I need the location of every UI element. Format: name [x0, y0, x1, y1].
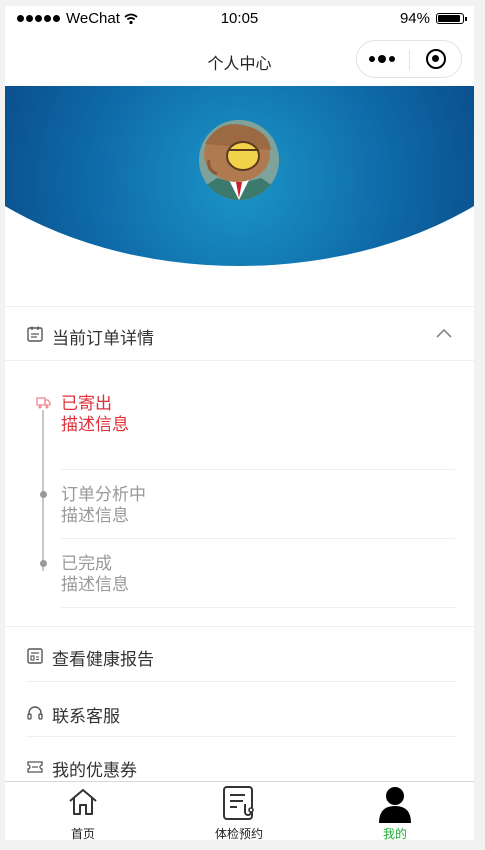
- bottom-tab-bar: 首页 体检预约 我的: [5, 781, 474, 840]
- timeline-step-title: 已完成: [61, 554, 112, 573]
- order-details-header[interactable]: 当前订单详情: [5, 307, 474, 361]
- tab-mine-label: 我的: [382, 827, 407, 840]
- customer-service-label: 联系客服: [52, 707, 120, 726]
- tab-home[interactable]: 首页: [5, 782, 161, 840]
- tab-checkup-booking[interactable]: 体检预约: [161, 782, 317, 840]
- row-divider: [26, 736, 456, 737]
- battery-icon: [436, 13, 467, 24]
- phone-screen: WeChat 10:05 94% 个人中心 当前订单详情 已寄出 描述信息 订单…: [5, 6, 474, 840]
- mini-program-capsule: [356, 40, 462, 78]
- person-icon: [379, 787, 411, 823]
- ticket-icon: [27, 761, 43, 773]
- chevron-up-icon[interactable]: [435, 327, 453, 339]
- timeline-separator: [61, 469, 455, 470]
- timeline-step-title: 订单分析中: [61, 485, 146, 504]
- timeline-step-title: 已寄出: [61, 394, 112, 413]
- calendar-list-icon: [27, 326, 43, 342]
- report-icon: [27, 648, 43, 664]
- navigation-bar: 个人中心: [5, 34, 474, 86]
- status-bar: WeChat 10:05 94%: [5, 6, 474, 32]
- tab-checkup-label: 体检预约: [214, 827, 263, 840]
- health-report-label: 查看健康报告: [52, 650, 154, 669]
- section-divider: [5, 360, 474, 361]
- order-details-title: 当前订单详情: [52, 329, 154, 348]
- more-menu-icon[interactable]: [369, 53, 399, 65]
- health-report-row[interactable]: 查看健康报告: [5, 628, 474, 682]
- timeline-dot: [40, 560, 47, 567]
- home-icon: [69, 789, 97, 815]
- checkup-clipboard-icon: [223, 786, 254, 820]
- tab-mine[interactable]: 我的: [317, 782, 473, 840]
- headset-icon: [27, 706, 43, 720]
- timeline-step-desc: 描述信息: [61, 506, 129, 525]
- section-divider: [5, 626, 474, 627]
- avatar[interactable]: [199, 120, 279, 200]
- close-mini-program-icon[interactable]: [426, 49, 446, 69]
- timeline-separator: [61, 607, 455, 608]
- timeline-step-desc: 描述信息: [61, 575, 129, 594]
- row-divider: [26, 681, 456, 682]
- timeline-step-desc: 描述信息: [61, 415, 129, 434]
- timeline-dot: [40, 491, 47, 498]
- capsule-divider: [409, 50, 410, 70]
- coupon-label: 我的优惠券: [52, 761, 137, 780]
- battery-percent: 94%: [399, 10, 430, 27]
- avatar-image: [199, 120, 279, 200]
- customer-service-row[interactable]: 联系客服: [5, 685, 474, 739]
- status-right: 94%: [399, 10, 467, 27]
- timeline-separator: [61, 538, 455, 539]
- tab-home-label: 首页: [70, 827, 95, 840]
- truck-icon: [36, 397, 51, 409]
